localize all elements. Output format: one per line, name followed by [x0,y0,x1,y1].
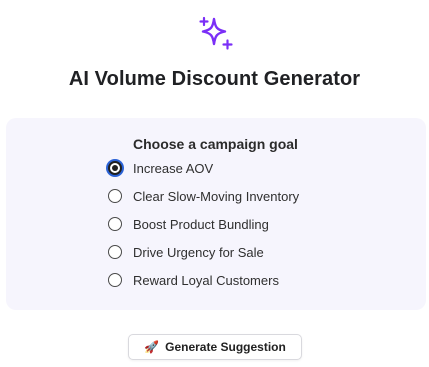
goal-option-label: Reward Loyal Customers [133,272,279,288]
generate-suggestion-button[interactable]: 🚀 Generate Suggestion [128,334,302,360]
sparkles-icon [197,16,235,52]
radio-unselected-icon[interactable] [108,245,122,259]
goal-option-boost-bundling[interactable]: Boost Product Bundling [108,212,269,236]
goal-option-increase-aov[interactable]: Increase AOV [108,156,213,180]
radio-unselected-icon[interactable] [108,217,122,231]
radio-unselected-icon[interactable] [108,189,122,203]
campaign-goal-panel: Choose a campaign goal Increase AOV Clea… [6,118,426,310]
radio-unselected-icon[interactable] [108,273,122,287]
generate-suggestion-label: Generate Suggestion [165,340,286,354]
goal-option-label: Drive Urgency for Sale [133,244,264,260]
goal-option-reward-loyal[interactable]: Reward Loyal Customers [108,268,279,292]
goal-option-label: Increase AOV [133,160,214,176]
campaign-goal-heading: Choose a campaign goal [133,136,298,152]
goal-option-clear-inventory[interactable]: Clear Slow-Moving Inventory [108,184,299,208]
goal-option-label: Boost Product Bundling [133,216,269,232]
radio-selected-icon[interactable] [108,161,122,175]
goal-option-drive-urgency[interactable]: Drive Urgency for Sale [108,240,264,264]
goal-option-label: Clear Slow-Moving Inventory [133,188,300,204]
rocket-icon: 🚀 [144,340,160,354]
page-title: AI Volume Discount Generator [68,68,361,90]
